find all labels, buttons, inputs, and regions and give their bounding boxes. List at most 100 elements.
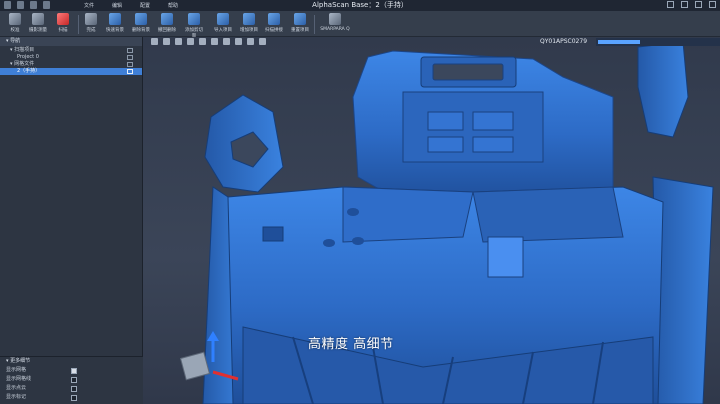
show-markers-label: 显示标记 [6, 394, 27, 400]
navigator-header: ▾ 导航 [0, 37, 142, 46]
window-controls [667, 1, 716, 8]
show-pointcloud-label: 显示点云 [6, 385, 27, 391]
select-icon[interactable] [163, 38, 170, 45]
show-wireframe-label: 显示网格线 [6, 376, 32, 382]
quick-background-icon [109, 13, 121, 25]
undo-delete-icon [161, 13, 173, 25]
finish-icon [85, 13, 97, 25]
quick-background-button[interactable]: 快速背景 [104, 12, 126, 36]
tree-item-label: 网格文件 [14, 61, 35, 67]
tree-item-scan-project[interactable]: ▾ 扫描项目 [0, 47, 142, 54]
scan-stitch-button[interactable]: 扫描拼接 [263, 12, 285, 36]
move-icon[interactable] [187, 38, 194, 45]
logo-icon [4, 1, 11, 9]
menu-config[interactable]: 配置 [140, 2, 150, 9]
scan-stitch-icon [268, 13, 280, 25]
add-project-label: 增加项目 [240, 28, 258, 33]
import-project-button[interactable]: 导入项目 [212, 12, 234, 36]
visibility-toggle[interactable] [127, 69, 133, 74]
photogrammetry-button[interactable]: 摄影测量 [27, 12, 49, 36]
ribbon-toolbar: 校准 摄影测量 扫描 完成 快速背景 删除背景 撤回删除 添加剪切面 [0, 11, 720, 39]
import-project-label: 导入项目 [214, 28, 232, 33]
menu-edit[interactable]: 编辑 [112, 2, 122, 9]
tree-item-mesh-files[interactable]: ▾ 网格文件 [0, 61, 142, 68]
reset-project-label: 重置项目 [291, 28, 309, 33]
undo-icon[interactable] [247, 38, 254, 45]
import-project-icon [217, 13, 229, 25]
toolbar-divider [314, 15, 315, 34]
undo-delete-label: 撤回删除 [158, 28, 176, 33]
delete-background-button[interactable]: 删除背景 [130, 12, 152, 36]
details-title: 更多细节 [10, 358, 31, 364]
show-markers-checkbox[interactable] [71, 395, 77, 401]
calibrate-icon [9, 13, 21, 25]
add-project-button[interactable]: 增加项目 [238, 12, 260, 36]
show-wireframe-checkbox[interactable] [71, 377, 77, 383]
scanned-mesh-model[interactable] [143, 37, 720, 404]
save-icon[interactable] [43, 1, 50, 9]
photogrammetry-icon [32, 13, 44, 25]
quick-access-toolbar [4, 1, 50, 9]
open-file-icon[interactable] [30, 1, 37, 9]
photogrammetry-label: 摄影测量 [29, 28, 47, 33]
smarpara-icon [329, 13, 341, 25]
scanner-id: QY01APSC0279 [540, 38, 588, 45]
menu-file[interactable]: 文件 [84, 2, 94, 9]
delete-icon[interactable] [235, 38, 242, 45]
3d-viewport[interactable]: QY01APSC0279 高精度 高细节 [143, 37, 720, 404]
view-icon[interactable] [151, 38, 158, 45]
scan-label: 扫描 [58, 28, 68, 33]
reset-project-icon [294, 13, 306, 25]
navigator-title: 导航 [10, 38, 21, 44]
undo-delete-button[interactable]: 撤回删除 [156, 12, 178, 36]
scan-progress-bar [596, 38, 720, 46]
scan-progress-fill [598, 40, 640, 44]
finish-label: 完成 [86, 28, 96, 33]
finish-button[interactable]: 完成 [80, 12, 102, 36]
tree-item-mesh-2[interactable]: 2（手持） [0, 68, 142, 75]
tree-item-label: 扫描项目 [14, 47, 35, 53]
quick-background-label: 快速背景 [106, 28, 124, 33]
reset-project-button[interactable]: 重置项目 [289, 12, 311, 36]
delete-background-icon [135, 13, 147, 25]
smarpara-label: SMARPARA Q [320, 27, 350, 32]
grid-icon[interactable] [667, 1, 674, 8]
video-caption: 高精度 高细节 [308, 337, 394, 352]
scan-button[interactable]: 扫描 [52, 12, 74, 36]
tree-item-project-0[interactable]: Project 0 [0, 54, 142, 61]
show-wireframe-row: 显示网格线 [0, 375, 143, 384]
visibility-toggle[interactable] [127, 62, 133, 67]
title-bar: 文件 编辑 配置 帮助 AlphaScan Base：2（手持） [0, 0, 720, 11]
zoom-icon[interactable] [211, 38, 218, 45]
delete-background-label: 删除背景 [132, 28, 150, 33]
rotate-icon[interactable] [199, 38, 206, 45]
add-cut-plane-button[interactable]: 添加剪切面 [183, 12, 205, 39]
show-pointcloud-row: 显示点云 [0, 384, 143, 393]
lasso-icon[interactable] [175, 38, 182, 45]
visibility-toggle[interactable] [127, 55, 133, 60]
navigator-tree: ▾ 扫描项目 Project 0 ▾ 网格文件 2（手持） [0, 46, 142, 76]
maximize-button[interactable] [695, 1, 702, 8]
show-mesh-checkbox[interactable] [71, 368, 77, 374]
app-window: 文件 编辑 配置 帮助 AlphaScan Base：2（手持） 校准 摄影测量… [0, 0, 720, 404]
smarpara-button[interactable]: SMARPARA Q [318, 12, 352, 36]
toolbar-divider [78, 15, 79, 34]
show-mesh-row: 显示网格 [0, 366, 143, 375]
close-button[interactable] [709, 1, 716, 8]
menu-bar: 文件 编辑 配置 帮助 [84, 2, 178, 9]
left-panel: ▾ 导航 ▾ 扫描项目 Project 0 ▾ 网格文件 2（手持） ▾ 更多细 [0, 37, 143, 404]
visibility-toggle[interactable] [127, 48, 133, 53]
minimize-button[interactable] [681, 1, 688, 8]
show-mesh-label: 显示网格 [6, 367, 27, 373]
calibrate-button[interactable]: 校准 [4, 12, 26, 36]
fit-view-icon[interactable] [223, 38, 230, 45]
show-markers-row: 显示标记 [0, 393, 143, 402]
add-cut-plane-icon [188, 13, 200, 25]
details-header: ▾ 更多细节 [0, 357, 143, 366]
menu-help[interactable]: 帮助 [168, 2, 178, 9]
scan-stitch-label: 扫描拼接 [265, 28, 283, 33]
show-pointcloud-checkbox[interactable] [71, 386, 77, 392]
close-icon[interactable] [259, 38, 266, 45]
home-icon[interactable] [17, 1, 24, 9]
add-project-icon [243, 13, 255, 25]
